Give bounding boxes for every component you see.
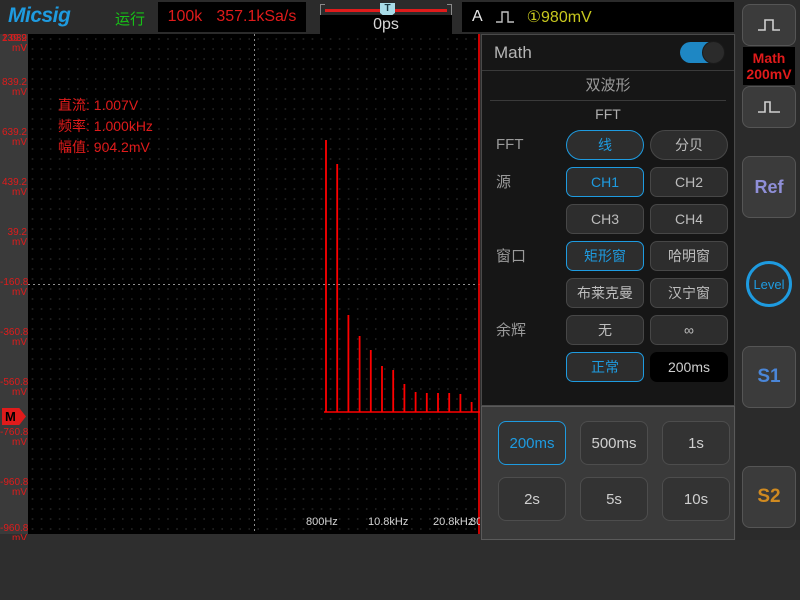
s1-button[interactable]: S1 [742, 346, 796, 408]
x-tick-label: 20.8kHz [433, 516, 474, 528]
math-row-label: 窗口 [496, 248, 527, 265]
x-tick-label: 800Hz [306, 516, 338, 528]
v-tick-label: 239.2 mV [1, 33, 27, 54]
trigger-level-value: ①980mV [526, 9, 592, 26]
time-position-widget[interactable]: T 0ps [318, 0, 454, 34]
v-tick-label: 639.2 mV [1, 127, 27, 148]
math-row-label: FFT [496, 136, 524, 153]
trigger-info-box[interactable]: A ①980mV [462, 2, 734, 32]
math-badge-scale: 200mV [746, 66, 792, 82]
brand-logo: Micsig [8, 4, 71, 27]
v-tick-label: 839.2 mV [1, 77, 27, 98]
math-mode-label: FFT [595, 106, 621, 122]
channel-down-button[interactable] [742, 86, 796, 128]
run-state-label[interactable]: 运行 [115, 8, 145, 29]
trigger-source-label: A [472, 8, 483, 25]
persistence-option-2s[interactable]: 2s [498, 477, 566, 521]
math-option-线[interactable]: 线 [566, 129, 644, 160]
math-option-分贝[interactable]: 分贝 [650, 129, 728, 160]
persistence-option-10s[interactable]: 10s [662, 477, 730, 521]
math-row: CH3 CH4 [482, 201, 734, 236]
right-toolbar: Math 200mV Ref Level S1 S2 [736, 0, 800, 540]
measurement-amplitude: 幅值: 904.2mV [58, 139, 150, 155]
math-settings-panel[interactable]: Math 双波形 FFT FFT 线分贝源 CH1 CH2 CH3 CH4 窗口 矩形窗 哈明窗… [481, 34, 735, 406]
persistence-time-popup[interactable]: 200ms 500ms 1s 2s 5s 10s [481, 406, 735, 540]
vertical-scale-axis: 1.039 V 839.2 mV 639.2 mV 439.2 mV 239.2 mV 3… [0, 33, 29, 544]
math-option-CH3[interactable]: CH3 [566, 203, 644, 234]
math-option-汉宁窗[interactable]: 汉宁窗 [650, 277, 728, 308]
math-option-∞[interactable]: ∞ [650, 314, 728, 345]
persistence-option-500ms[interactable]: 500ms [580, 421, 648, 465]
math-channel-marker[interactable]: M [2, 408, 26, 425]
math-row: 正常 200ms [482, 349, 734, 384]
math-row: 余辉 无 ∞ [482, 312, 734, 347]
pulse-icon [758, 101, 780, 113]
persistence-option-5s[interactable]: 5s [580, 477, 648, 521]
measurement-readout: 直流: 1.007V 频率: 1.000kHz 幅值: 904.2mV [58, 95, 153, 158]
level-label: Level [753, 276, 785, 292]
math-row: 窗口 矩形窗 哈明窗 [482, 238, 734, 273]
math-option-CH2[interactable]: CH2 [650, 166, 728, 197]
v-tick-label: -760.8 mV [0, 427, 29, 448]
ref-button[interactable]: Ref [742, 156, 796, 218]
tab-dual-waveform[interactable]: 双波形 [490, 71, 726, 101]
s2-button[interactable]: S2 [742, 466, 796, 528]
rising-edge-icon [495, 9, 515, 25]
math-row: FFT 线分贝 [482, 127, 734, 162]
math-option-矩形窗[interactable]: 矩形窗 [566, 240, 644, 271]
math-badge-name: Math [752, 50, 786, 66]
s2-label: S2 [757, 486, 781, 507]
v-tick-label: -560.8 mV [0, 377, 29, 398]
math-row: 源 CH1 CH2 [482, 164, 734, 199]
x-tick-label: 10.8kHz [368, 516, 409, 528]
trigger-level-knob[interactable]: Level [746, 261, 792, 307]
sample-rate-value: 357.1kSa/s [216, 8, 297, 25]
persistence-option-200ms[interactable]: 200ms [498, 421, 566, 465]
v-tick-label: 439.2 mV [1, 177, 27, 198]
math-option-哈明窗[interactable]: 哈明窗 [650, 240, 728, 271]
math-channel-badge[interactable]: Math 200mV [743, 47, 795, 85]
memory-depth-value: 100k [167, 8, 203, 25]
v-tick-label: -160.8 mV [0, 277, 29, 298]
math-option-CH1[interactable]: CH1 [566, 166, 644, 197]
time-offset-value: 0ps [320, 15, 452, 34]
math-row-label: 余辉 [496, 322, 527, 339]
x-tick-label: 30.8kHz [470, 516, 480, 528]
pulse-icon [758, 19, 780, 31]
oscilloscope-screen: Micsig 运行 100k 357.1kSa/s T 0ps A ①980mV [0, 0, 800, 600]
v-tick-label: -360.8 mV [0, 327, 29, 348]
ref-label: Ref [754, 176, 784, 197]
s1-label: S1 [757, 366, 781, 387]
header-bar: Micsig 运行 100k 357.1kSa/s T 0ps A ①980mV [0, 0, 800, 34]
waveform-display[interactable]: 直流: 1.007V 频率: 1.000kHz 幅值: 904.2mV 800H… [28, 34, 480, 534]
toggle-knob [702, 41, 725, 64]
measurement-dc: 直流: 1.007V [58, 97, 139, 113]
math-option-无[interactable]: 无 [566, 314, 644, 345]
math-row: 布莱克曼 汉宁窗 [482, 275, 734, 310]
frequency-axis: 800Hz 10.8kHz 20.8kHz 30.8kHz [28, 516, 480, 532]
math-option-rows: FFT 线分贝源 CH1 CH2 CH3 CH4 窗口 矩形窗 哈明窗 布莱克曼 汉宁窗 余辉无 ∞ 正常… [482, 127, 734, 384]
v-tick-label: 39.2 mV [7, 227, 27, 248]
persistence-option-1s[interactable]: 1s [662, 421, 730, 465]
math-panel-header: Math [482, 35, 734, 71]
math-option-正常[interactable]: 正常 [566, 351, 644, 382]
math-option-布莱克曼[interactable]: 布莱克曼 [566, 277, 644, 308]
bottom-toolbar: 微调 10kHz [0, 540, 800, 600]
acquisition-info[interactable]: 100k 357.1kSa/s [158, 2, 306, 32]
math-panel-title: Math [494, 43, 532, 62]
math-option-CH4[interactable]: CH4 [650, 203, 728, 234]
v-tick-label: -960.8 mV [0, 477, 29, 498]
math-row-label: 源 [496, 174, 512, 191]
measurement-frequency: 频率: 1.000kHz [58, 118, 153, 134]
math-option-200ms[interactable]: 200ms [650, 351, 728, 382]
channel-up-button[interactable] [742, 4, 796, 46]
math-enable-toggle[interactable] [680, 41, 725, 64]
